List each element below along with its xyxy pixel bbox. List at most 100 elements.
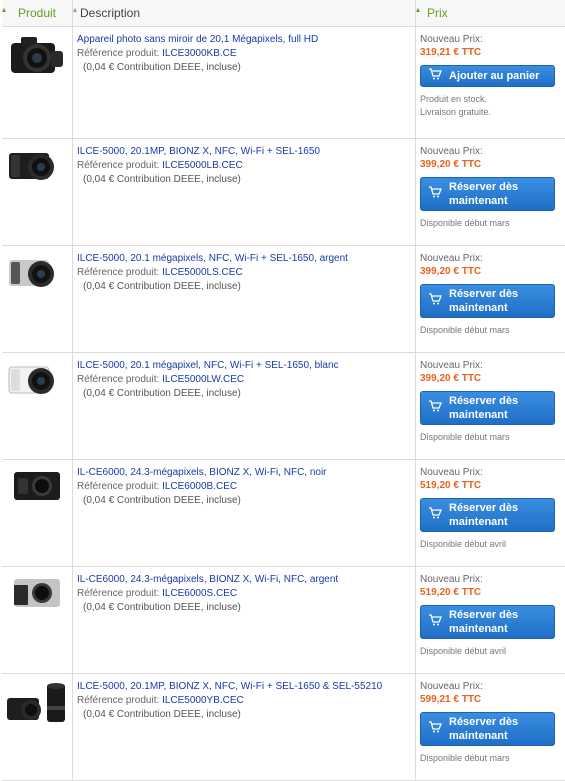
ref-code: ILCE5000LB.CEC (162, 160, 243, 171)
deee-note: (0,04 € Contribution DEEE, incluse) (77, 280, 411, 294)
cart-icon (421, 186, 449, 202)
header-description[interactable]: ▴Description (73, 0, 416, 27)
product-title-link[interactable]: IL-CE6000, 24.3-mégapixels, BIONZ X, Wi-… (77, 466, 411, 480)
product-price-cell: Nouveau Prix: 319,21 € TTC Ajouter au pa… (416, 27, 565, 139)
add-to-cart-button[interactable]: Ajouter au panier (420, 65, 555, 87)
camera-silver-kit-icon[interactable] (7, 288, 67, 299)
product-title-link[interactable]: Appareil photo sans miroir de 20,1 Mégap… (77, 33, 411, 47)
deee-note: (0,04 € Contribution DEEE, incluse) (77, 708, 411, 722)
product-price-cell: Nouveau Prix: 399,20 € TTC Réserver dèsm… (416, 139, 565, 246)
ref-label: Référence produit: (77, 48, 159, 59)
new-price-label: Nouveau Prix: (420, 252, 565, 265)
preorder-label-line2: maintenant (449, 730, 508, 742)
preorder-label: Réserver dèsmaintenant (449, 715, 518, 743)
product-price-cell: Nouveau Prix: 519,20 € TTC Réserver dèsm… (416, 460, 565, 567)
product-price-cell: Nouveau Prix: 399,20 € TTC Réserver dèsm… (416, 246, 565, 353)
table-row: ILCE-5000, 20.1MP, BIONZ X, NFC, Wi-Fi +… (2, 139, 565, 246)
table-row: Appareil photo sans miroir de 20,1 Mégap… (2, 27, 565, 139)
preorder-button[interactable]: Réserver dès maintenant (420, 391, 555, 425)
preorder-button[interactable]: Réserver dèsmaintenant (420, 712, 555, 746)
ref-label: Référence produit: (77, 374, 159, 385)
product-image-cell (2, 460, 73, 567)
ref-label: Référence produit: (77, 160, 159, 171)
preorder-label-line2: maintenant (449, 195, 508, 207)
sort-icon: ▴ (73, 5, 77, 14)
preorder-button[interactable]: Réserver dèsmaintenant (420, 498, 555, 532)
product-description-cell: ILCE-5000, 20.1MP, BIONZ X, NFC, Wi-Fi +… (73, 674, 416, 781)
ref-code: ILCE6000S.CEC (162, 588, 237, 599)
product-title-link[interactable]: ILCE-5000, 20.1 mégapixel, NFC, Wi-Fi + … (77, 359, 411, 373)
sort-icon: ▴ (416, 5, 420, 14)
table-row: ILCE-5000, 20.1 mégapixels, NFC, Wi-Fi +… (2, 246, 565, 353)
preorder-label: Réserver dès maintenant (449, 394, 518, 422)
camera-black-kit-icon[interactable] (7, 181, 67, 192)
new-price-label: Nouveau Prix: (420, 145, 565, 158)
deee-note: (0,04 € Contribution DEEE, incluse) (77, 61, 411, 75)
preorder-label: Réserver dèsmaintenant (449, 501, 518, 529)
price: 399,20 € TTC (420, 158, 565, 171)
sort-icon: ▴ (2, 5, 6, 14)
ref-label: Référence produit: (77, 267, 159, 278)
product-description-cell: ILCE-5000, 20.1 mégapixel, NFC, Wi-Fi + … (73, 353, 416, 460)
camera-body-black-icon[interactable] (12, 494, 62, 505)
deee-note: (0,04 € Contribution DEEE, incluse) (77, 387, 411, 401)
ref-code: ILCE5000YB.CEC (162, 695, 244, 706)
preorder-button[interactable]: Réserver dèsmaintenant (420, 177, 555, 211)
new-price-label: Nouveau Prix: (420, 33, 565, 46)
new-price-label: Nouveau Prix: (420, 466, 565, 479)
table-row: IL-CE6000, 24.3-mégapixels, BIONZ X, Wi-… (2, 567, 565, 674)
availability-status: Disponible début mars (420, 431, 565, 444)
header-prix-label: Prix (427, 6, 448, 20)
product-image-cell (2, 674, 73, 781)
availability-status: Disponible début mars (420, 217, 565, 230)
ref-code: ILCE5000LW.CEC (162, 374, 244, 385)
product-table: ▴Produit ▴Description ▴Prix Appareil pho… (2, 0, 565, 781)
header-prix[interactable]: ▴ Prix (416, 0, 565, 27)
preorder-label-line2: maintenant (449, 516, 508, 528)
header-description-label: Description (80, 6, 140, 20)
ref-label: Référence produit: (77, 588, 159, 599)
header-produit-label: Produit (18, 6, 56, 20)
new-price-label: Nouveau Prix: (420, 680, 565, 693)
availability-status: Disponible début mars (420, 752, 565, 765)
preorder-label-line1: Réserver dès (449, 609, 518, 621)
preorder-label-line2: maintenant (449, 409, 508, 421)
header-produit[interactable]: ▴ Produit (2, 0, 73, 27)
ref-code: ILCE6000B.CEC (162, 481, 237, 492)
preorder-button[interactable]: Réserver dès maintenant (420, 605, 555, 639)
cart-icon (421, 507, 449, 523)
price: 599,21 € TTC (420, 693, 565, 706)
product-image-cell (2, 27, 73, 139)
ref-code: ILCE5000LS.CEC (162, 267, 243, 278)
price: 399,20 € TTC (420, 265, 565, 278)
product-image-cell (2, 246, 73, 353)
preorder-label-line1: Réserver dès (449, 288, 518, 300)
camera-white-kit-icon[interactable] (7, 395, 67, 406)
product-description-cell: IL-CE6000, 24.3-mégapixels, BIONZ X, Wi-… (73, 567, 416, 674)
product-title-link[interactable]: ILCE-5000, 20.1 mégapixels, NFC, Wi-Fi +… (77, 252, 411, 266)
new-price-label: Nouveau Prix: (420, 573, 565, 586)
preorder-label: Réserver dès maintenant (449, 608, 518, 636)
stock-status: Produit en stock.Livraison gratuite. (420, 93, 565, 119)
ref-label: Référence produit: (77, 695, 159, 706)
camera-dslr-icon[interactable] (7, 71, 67, 82)
product-price-cell: Nouveau Prix: 519,20 € TTC Réserver dèsm… (416, 567, 565, 674)
camera-body-silver-icon[interactable] (12, 601, 62, 612)
camera-double-lens-kit-icon[interactable] (5, 718, 69, 729)
preorder-label-line2: maintenant (449, 623, 508, 635)
deee-note: (0,04 € Contribution DEEE, incluse) (77, 494, 411, 508)
table-header: ▴Produit ▴Description ▴Prix (2, 0, 565, 27)
product-title-link[interactable]: ILCE-5000, 20.1MP, BIONZ X, NFC, Wi-Fi +… (77, 145, 411, 159)
preorder-button[interactable]: Réserver dèsmaintenant (420, 284, 555, 318)
table-row: ILCE-5000, 20.1MP, BIONZ X, NFC, Wi-Fi +… (2, 674, 565, 781)
product-title-link[interactable]: IL-CE6000, 24.3-mégapixels, BIONZ X, Wi-… (77, 573, 411, 587)
availability-status: Disponible début mars (420, 324, 565, 337)
cart-icon (421, 293, 449, 309)
new-price-label: Nouveau Prix: (420, 359, 565, 372)
product-title-link[interactable]: ILCE-5000, 20.1MP, BIONZ X, NFC, Wi-Fi +… (77, 680, 411, 694)
cart-icon (421, 68, 449, 84)
table-row: IL-CE6000, 24.3-mégapixels, BIONZ X, Wi-… (2, 460, 565, 567)
preorder-label-line1: Réserver dès (449, 395, 518, 407)
table-row: ILCE-5000, 20.1 mégapixel, NFC, Wi-Fi + … (2, 353, 565, 460)
cart-icon (421, 614, 449, 630)
